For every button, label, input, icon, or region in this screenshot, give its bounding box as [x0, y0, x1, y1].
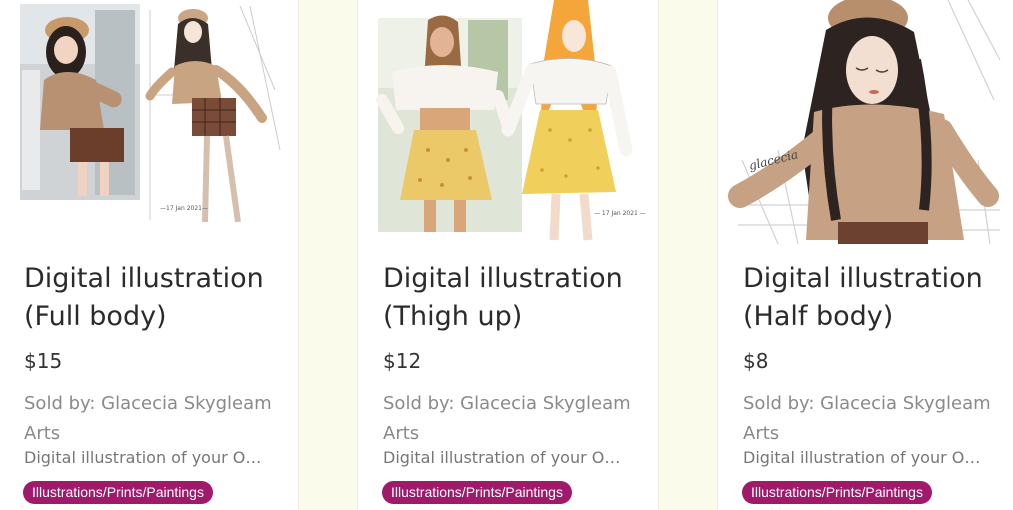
product-card[interactable]: glacecia Digital illustration (Half body…: [717, 0, 1013, 510]
product-description: Digital illustration of your OOTD: [743, 448, 991, 467]
half-body-illustration-icon: glacecia: [728, 0, 1001, 245]
product-description: Digital illustration of your OOTD: [383, 448, 631, 467]
seller-name: Sold by: Glacecia Skygleam Arts: [743, 393, 991, 444]
product-image[interactable]: — 17 Jan 2021 —: [358, 0, 658, 245]
seller-name: Sold by: Glacecia Skygleam Arts: [24, 393, 272, 444]
product-image[interactable]: —17 Jan 2021—: [0, 0, 298, 245]
product-title[interactable]: Digital illustration (Full body): [24, 260, 288, 336]
product-price: $15: [24, 349, 63, 373]
full-body-illustration-icon: —17 Jan 2021—: [20, 4, 282, 229]
product-card[interactable]: — 17 Jan 2021 — Digital illustration (Th…: [357, 0, 659, 510]
category-tag[interactable]: Illustrations/Prints/Paintings: [23, 481, 213, 504]
product-price: $8: [743, 349, 769, 373]
product-card[interactable]: —17 Jan 2021— Digital illustration (Full…: [0, 0, 299, 510]
product-image[interactable]: glacecia: [718, 0, 1013, 245]
svg-text:—17 Jan 2021—: —17 Jan 2021—: [160, 205, 208, 212]
seller-name: Sold by: Glacecia Skygleam Arts: [383, 393, 631, 444]
category-tag[interactable]: Illustrations/Prints/Paintings: [382, 481, 572, 504]
product-title[interactable]: Digital illustration (Half body): [743, 260, 1003, 336]
category-tag[interactable]: Illustrations/Prints/Paintings: [742, 481, 932, 504]
product-price: $12: [383, 349, 422, 373]
svg-text:— 17 Jan 2021 —: — 17 Jan 2021 —: [594, 210, 646, 217]
product-description: Digital illustration of your OOTD: [24, 448, 272, 467]
thigh-up-illustration-icon: — 17 Jan 2021 —: [376, 0, 646, 241]
product-title[interactable]: Digital illustration (Thigh up): [383, 260, 648, 336]
